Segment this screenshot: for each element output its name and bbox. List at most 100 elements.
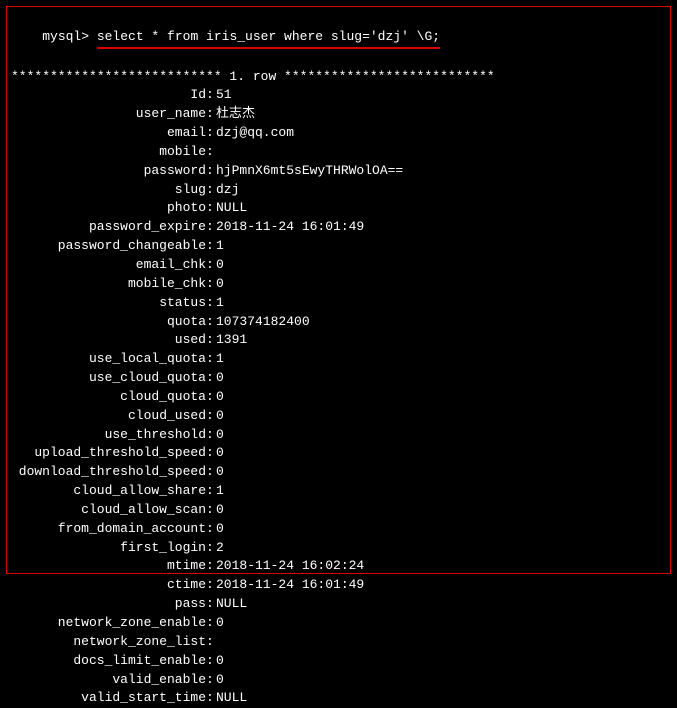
- field-label: valid_start_time: [11, 689, 206, 708]
- result-row: first_login: 2: [11, 539, 666, 558]
- colon: :: [206, 614, 216, 633]
- field-value: 1: [216, 482, 666, 501]
- field-label: upload_threshold_speed: [11, 444, 206, 463]
- field-value: 0: [216, 388, 666, 407]
- field-label: Id: [11, 86, 206, 105]
- colon: :: [206, 162, 216, 181]
- field-value: 杜志杰: [216, 105, 666, 124]
- result-row: mobile_chk: 0: [11, 275, 666, 294]
- colon: :: [206, 105, 216, 124]
- field-label: use_local_quota: [11, 350, 206, 369]
- result-row: mtime: 2018-11-24 16:02:24: [11, 557, 666, 576]
- field-value: dzj@qq.com: [216, 124, 666, 143]
- sql-command: select * from iris_user where slug='dzj'…: [97, 28, 440, 49]
- colon: :: [206, 671, 216, 690]
- field-value: 0: [216, 671, 666, 690]
- colon: :: [206, 557, 216, 576]
- colon: :: [206, 444, 216, 463]
- result-row: valid_enable: 0: [11, 671, 666, 690]
- field-value: 0: [216, 407, 666, 426]
- result-row: upload_threshold_speed: 0: [11, 444, 666, 463]
- colon: :: [206, 388, 216, 407]
- field-label: cloud_allow_scan: [11, 501, 206, 520]
- result-row: quota: 107374182400: [11, 313, 666, 332]
- colon: :: [206, 331, 216, 350]
- field-value: 0: [216, 444, 666, 463]
- field-value: [216, 633, 666, 652]
- colon: :: [206, 143, 216, 162]
- result-row: Id: 51: [11, 86, 666, 105]
- field-label: used: [11, 331, 206, 350]
- field-value: 2: [216, 539, 666, 558]
- field-value: NULL: [216, 199, 666, 218]
- field-value: 0: [216, 614, 666, 633]
- colon: :: [206, 426, 216, 445]
- field-label: user_name: [11, 105, 206, 124]
- field-label: status: [11, 294, 206, 313]
- field-value: NULL: [216, 595, 666, 614]
- colon: :: [206, 275, 216, 294]
- colon: :: [206, 350, 216, 369]
- field-value: 2018-11-24 16:01:49: [216, 576, 666, 595]
- colon: :: [206, 652, 216, 671]
- field-value: [216, 143, 666, 162]
- field-label: use_cloud_quota: [11, 369, 206, 388]
- field-label: quota: [11, 313, 206, 332]
- field-label: network_zone_list: [11, 633, 206, 652]
- result-row: use_cloud_quota: 0: [11, 369, 666, 388]
- colon: :: [206, 237, 216, 256]
- field-value: 0: [216, 520, 666, 539]
- colon: :: [206, 576, 216, 595]
- field-label: network_zone_enable: [11, 614, 206, 633]
- result-row: use_local_quota: 1: [11, 350, 666, 369]
- colon: :: [206, 256, 216, 275]
- result-row: valid_start_time: NULL: [11, 689, 666, 708]
- result-row: password_changeable: 1: [11, 237, 666, 256]
- colon: :: [206, 501, 216, 520]
- colon: :: [206, 181, 216, 200]
- result-row: use_threshold: 0: [11, 426, 666, 445]
- terminal-output: mysql> select * from iris_user where slu…: [6, 6, 671, 574]
- row-separator: *************************** 1. row *****…: [11, 68, 666, 87]
- field-value: 0: [216, 463, 666, 482]
- colon: :: [206, 689, 216, 708]
- field-label: mobile_chk: [11, 275, 206, 294]
- command-line[interactable]: mysql> select * from iris_user where slu…: [11, 9, 666, 68]
- colon: :: [206, 369, 216, 388]
- field-label: pass: [11, 595, 206, 614]
- field-label: cloud_quota: [11, 388, 206, 407]
- field-value: 0: [216, 426, 666, 445]
- field-value: 1: [216, 294, 666, 313]
- field-value: 1391: [216, 331, 666, 350]
- result-row: pass: NULL: [11, 595, 666, 614]
- result-row: photo: NULL: [11, 199, 666, 218]
- field-value: 1: [216, 350, 666, 369]
- colon: :: [206, 218, 216, 237]
- result-row: password: hjPmnX6mt5sEwyTHRWolOA==: [11, 162, 666, 181]
- result-rows: Id: 51user_name: 杜志杰email: dzj@qq.commob…: [11, 86, 666, 708]
- field-value: 51: [216, 86, 666, 105]
- colon: :: [206, 595, 216, 614]
- field-label: from_domain_account: [11, 520, 206, 539]
- result-row: download_threshold_speed: 0: [11, 463, 666, 482]
- field-label: password_changeable: [11, 237, 206, 256]
- field-value: 0: [216, 256, 666, 275]
- field-label: slug: [11, 181, 206, 200]
- colon: :: [206, 407, 216, 426]
- result-row: password_expire: 2018-11-24 16:01:49: [11, 218, 666, 237]
- field-value: 0: [216, 652, 666, 671]
- result-row: cloud_allow_share: 1: [11, 482, 666, 501]
- field-label: valid_enable: [11, 671, 206, 690]
- result-row: email: dzj@qq.com: [11, 124, 666, 143]
- result-row: network_zone_list:: [11, 633, 666, 652]
- colon: :: [206, 463, 216, 482]
- field-value: 2018-11-24 16:01:49: [216, 218, 666, 237]
- result-row: ctime: 2018-11-24 16:01:49: [11, 576, 666, 595]
- field-value: 2018-11-24 16:02:24: [216, 557, 666, 576]
- field-label: first_login: [11, 539, 206, 558]
- field-label: use_threshold: [11, 426, 206, 445]
- field-label: email: [11, 124, 206, 143]
- field-value: 107374182400: [216, 313, 666, 332]
- field-label: cloud_allow_share: [11, 482, 206, 501]
- field-value: hjPmnX6mt5sEwyTHRWolOA==: [216, 162, 666, 181]
